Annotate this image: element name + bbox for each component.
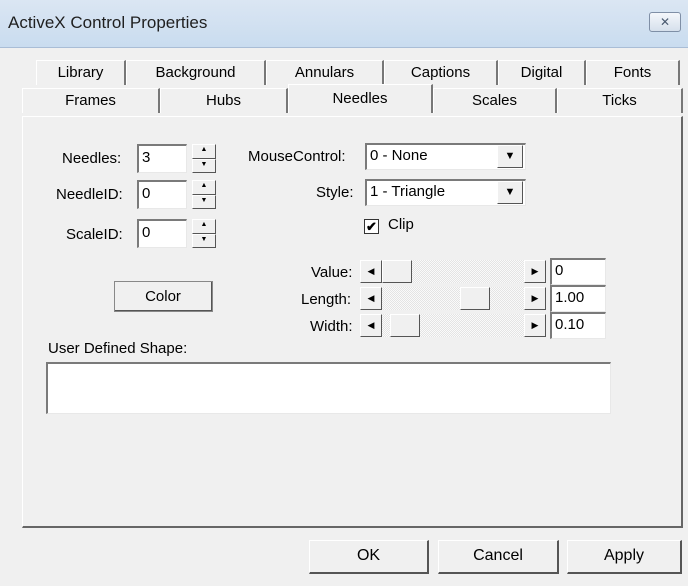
tab-captions[interactable]: Captions	[384, 60, 498, 85]
tab-scales[interactable]: Scales	[433, 88, 557, 113]
tab-digital[interactable]: Digital	[498, 60, 586, 85]
mouse-control-label: MouseControl:	[248, 148, 346, 165]
length-input[interactable]: 1.00	[550, 285, 606, 312]
needle-id-input[interactable]: 0	[137, 180, 187, 209]
scroll-left-icon[interactable]: ◀	[360, 287, 382, 310]
needles-label: Needles:	[62, 150, 122, 167]
spin-up-icon[interactable]: ▲	[192, 180, 216, 195]
width-label: Width:	[310, 318, 353, 335]
spin-down-icon[interactable]: ▼	[192, 233, 216, 248]
apply-button[interactable]: Apply	[567, 540, 682, 574]
spin-down-icon[interactable]: ▼	[192, 158, 216, 173]
scale-id-input[interactable]: 0	[137, 219, 187, 248]
length-slider-thumb[interactable]	[460, 287, 491, 310]
scroll-right-icon[interactable]: ▶	[524, 287, 546, 310]
user-defined-shape-label: User Defined Shape:	[48, 340, 188, 357]
value-label: Value:	[311, 264, 353, 281]
chevron-down-icon[interactable]: ▼	[497, 145, 523, 168]
clip-checkbox[interactable]: ✔	[364, 219, 379, 234]
spin-down-icon[interactable]: ▼	[192, 194, 216, 209]
tab-ticks[interactable]: Ticks	[557, 88, 683, 113]
spin-up-icon[interactable]: ▲	[192, 219, 216, 234]
tab-fonts[interactable]: Fonts	[586, 60, 680, 85]
needle-id-spinner[interactable]: ▲ ▼	[192, 180, 216, 209]
title-bar: ActiveX Control Properties ✕	[0, 0, 688, 48]
clip-label: Clip	[388, 216, 414, 233]
tab-frames[interactable]: Frames	[22, 88, 160, 113]
cancel-button[interactable]: Cancel	[438, 540, 559, 574]
length-scrollbar[interactable]: ◀ ▶	[360, 287, 546, 310]
width-slider-thumb[interactable]	[389, 314, 420, 337]
width-scrollbar[interactable]: ◀ ▶	[360, 314, 546, 337]
tab-annulars[interactable]: Annulars	[266, 60, 384, 85]
spin-up-icon[interactable]: ▲	[192, 144, 216, 159]
scroll-right-icon[interactable]: ▶	[524, 260, 546, 283]
color-button[interactable]: Color	[114, 281, 213, 312]
scale-id-spinner[interactable]: ▲ ▼	[192, 219, 216, 248]
scroll-left-icon[interactable]: ◀	[360, 260, 382, 283]
value-scrollbar[interactable]: ◀ ▶	[360, 260, 546, 283]
style-label: Style:	[316, 184, 354, 201]
chevron-down-icon[interactable]: ▼	[497, 181, 523, 204]
needle-id-label: NeedleID:	[56, 186, 123, 203]
tab-needles[interactable]: Needles	[288, 84, 433, 113]
tab-hubs[interactable]: Hubs	[160, 88, 288, 113]
scale-id-label: ScaleID:	[66, 226, 123, 243]
ok-button[interactable]: OK	[309, 540, 429, 574]
value-slider-thumb[interactable]	[382, 260, 412, 283]
window-title: ActiveX Control Properties	[8, 13, 208, 32]
close-icon: ✕	[659, 15, 671, 29]
needles-spinner[interactable]: ▲ ▼	[192, 144, 216, 173]
value-input[interactable]: 0	[550, 258, 606, 285]
tab-library[interactable]: Library	[36, 60, 126, 85]
width-input[interactable]: 0.10	[550, 312, 606, 339]
user-defined-shape-input[interactable]	[46, 362, 611, 414]
close-button[interactable]: ✕	[649, 12, 681, 32]
tab-background[interactable]: Background	[126, 60, 266, 85]
scroll-right-icon[interactable]: ▶	[524, 314, 546, 337]
needles-input[interactable]: 3	[137, 144, 187, 173]
scroll-left-icon[interactable]: ◀	[360, 314, 382, 337]
length-label: Length:	[301, 291, 352, 308]
